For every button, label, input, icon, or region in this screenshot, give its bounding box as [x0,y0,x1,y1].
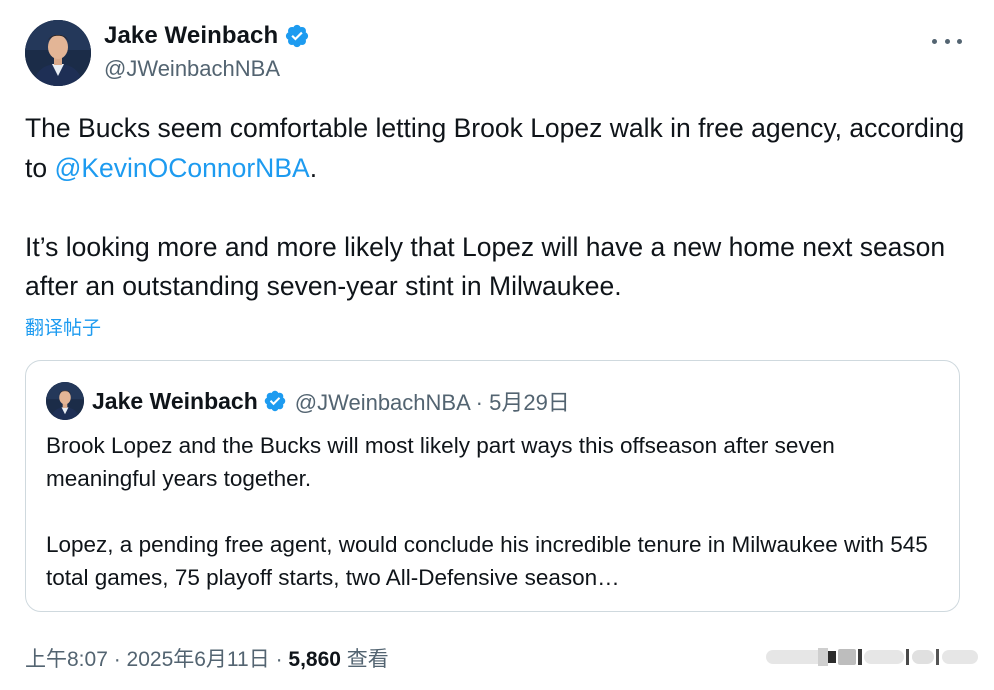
more-options-icon[interactable] [932,34,962,48]
author-avatar[interactable] [25,20,91,86]
tweet-paragraph-1: The Bucks seem comfortable letting Brook… [25,109,965,188]
mention-link[interactable]: @KevinOConnorNBA [54,153,309,183]
watermark-overlay [766,646,978,668]
quoted-paragraph-1: Brook Lopez and the Bucks will most like… [46,433,835,491]
quoted-handle-date: @JWeinbachNBA · 5月29日 [294,390,570,415]
tweet-paragraph-2: It’s looking more and more likely that L… [25,231,946,302]
quoted-author-avatar[interactable] [46,382,84,420]
verified-badge-icon [284,23,310,49]
quoted-author-name[interactable]: Jake Weinbach [92,388,258,415]
quoted-paragraph-2: Lopez, a pending free agent, would concl… [46,532,928,590]
tweet-body: The Bucks seem comfortable letting Brook… [25,109,965,307]
views-count: 5,860 [288,648,341,671]
timestamp[interactable]: 上午8:07 · 2025年6月11日 · [25,648,288,671]
quoted-tweet-card[interactable]: Jake Weinbach @JWeinbachNBA · 5月29日 Broo… [25,360,960,612]
author-display-name[interactable]: Jake Weinbach [104,22,278,50]
translate-post-link[interactable]: 翻译帖子 [25,313,101,340]
author-handle[interactable]: @JWeinbachNBA [104,56,280,82]
tweet-text-period: . [309,152,318,183]
tweet-header: Jake Weinbach @JWeinbachNBA [25,20,970,90]
verified-badge-icon [263,389,287,413]
views-label: 查看 [340,648,389,671]
author-name-row: Jake Weinbach [104,22,310,50]
quoted-header: Jake Weinbach @JWeinbachNBA · 5月29日 [92,385,570,417]
tweet-footer: 上午8:07 · 2025年6月11日 · 5,860 查看 [25,643,389,673]
quoted-tweet-body: Brook Lopez and the Bucks will most like… [46,429,951,594]
